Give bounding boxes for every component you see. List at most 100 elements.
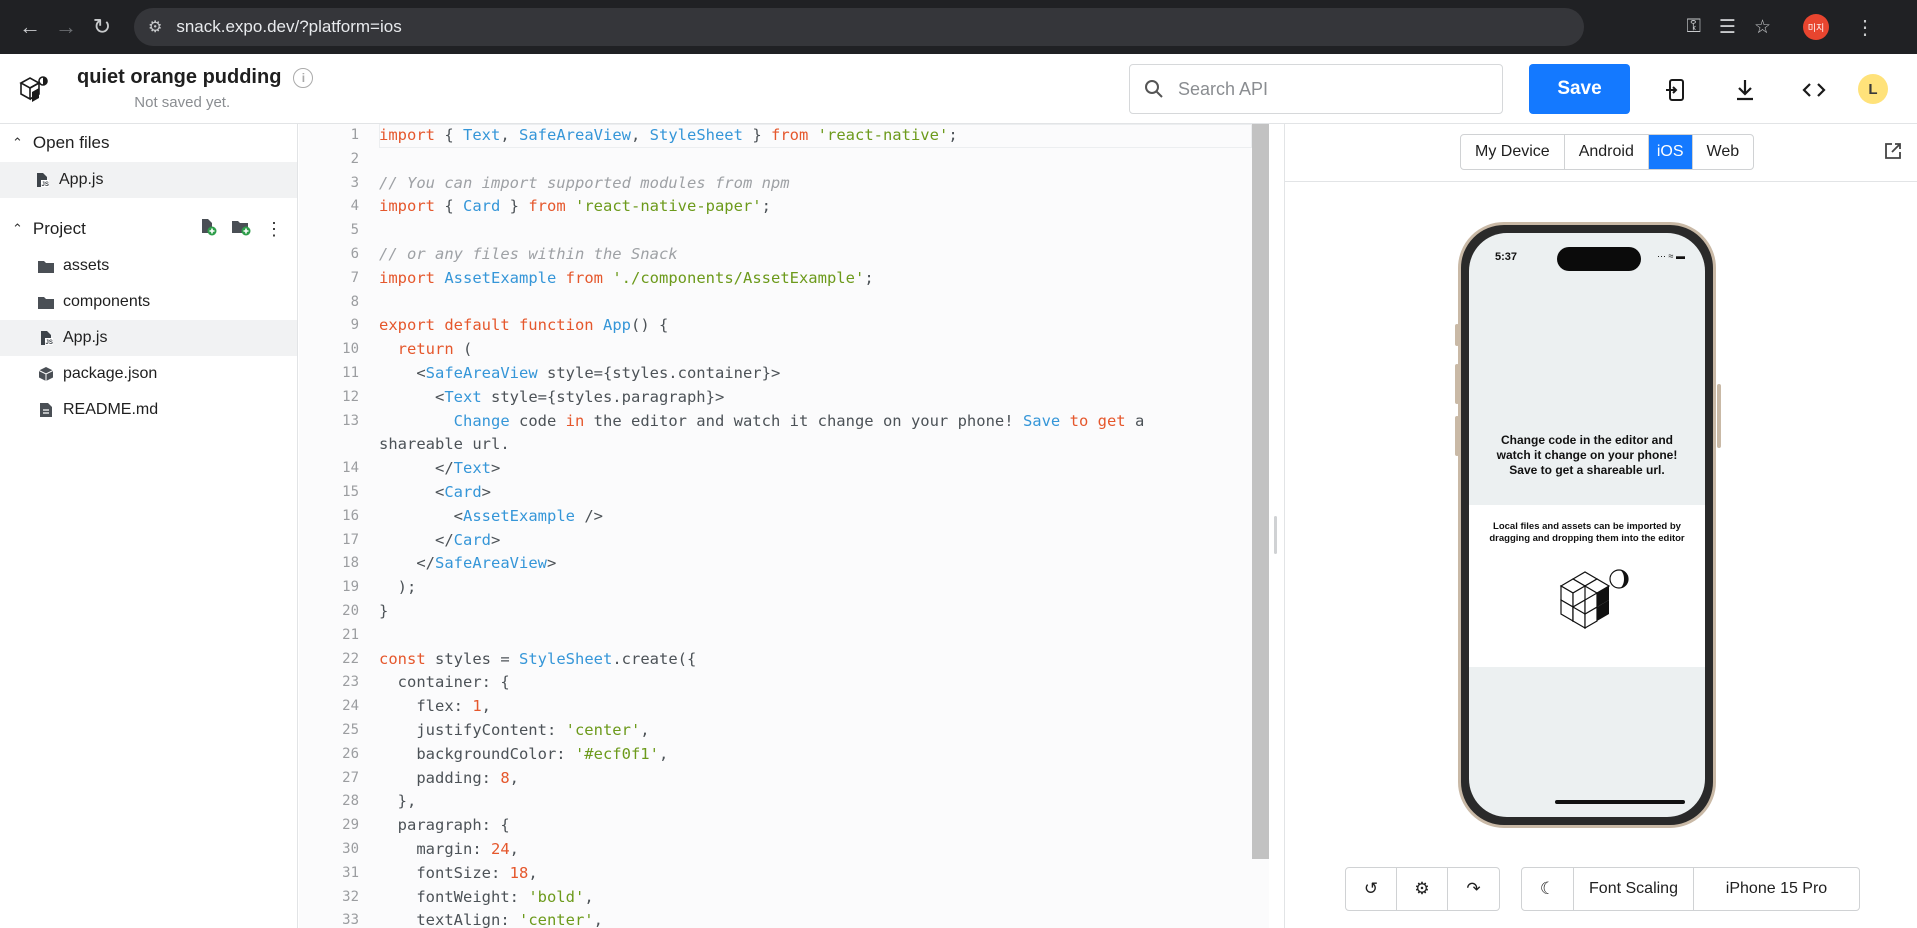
save-button[interactable]: Save [1529,64,1630,114]
project-item-app-js[interactable]: JS App.js [0,320,297,356]
editor-scrollbar[interactable] [1252,124,1269,859]
line-number: 6 [350,245,359,262]
code-line[interactable]: 30 margin: 24, [299,838,1269,862]
code-line[interactable]: 14 </Text> [299,457,1269,481]
line-number: 28 [342,793,359,810]
rotate-right-icon[interactable]: ↷ [1448,868,1499,910]
code-text: container: { [379,673,510,692]
code-line[interactable]: 12 <Text style={styles.paragraph}> [299,386,1269,410]
code-line[interactable]: 19 ); [299,576,1269,600]
code-line[interactable]: 7 import AssetExample from './components/… [299,267,1269,291]
project-item-package-json[interactable]: package.json [0,356,297,392]
reload-icon[interactable]: ↻ [84,9,120,45]
line-number: 8 [350,293,359,310]
code-line[interactable]: 13 Change code in the editor and watch i… [299,410,1269,434]
code-line[interactable]: 9 export default function App() { [299,314,1269,338]
snack-cube-logo-icon [1559,569,1629,630]
open-on-device-icon[interactable] [1662,76,1690,104]
code-line[interactable]: 5 [299,219,1269,243]
code-line[interactable]: 18 </SafeAreaView> [299,552,1269,576]
project-title[interactable]: quiet orange pudding [77,66,281,89]
folder-icon [36,295,55,310]
code-line[interactable]: 26 backgroundColor: '#ecf0f1', [299,743,1269,767]
code-line[interactable]: 24 flex: 1, [299,695,1269,719]
line-number: 4 [350,198,359,215]
bookmark-star-icon[interactable]: ☆ [1754,16,1771,39]
device-selector[interactable]: iPhone 15 Pro [1694,868,1859,910]
code-editor[interactable]: 1 import { Text, SafeAreaView, StyleSheet… [299,124,1269,928]
search-input[interactable] [1178,78,1478,100]
code-line[interactable]: 6 // or any files within the Snack [299,243,1269,267]
platform-tab-android[interactable]: Android [1565,135,1649,169]
line-number: 32 [342,888,359,905]
search-api-box[interactable] [1129,64,1503,114]
user-avatar[interactable]: L [1858,74,1888,104]
more-options-icon[interactable]: ⋮ [265,219,283,240]
pane-resize-handle[interactable] [1274,516,1277,554]
snack-logo-icon[interactable] [17,72,51,106]
code-text: import AssetExample from './components/A… [379,268,874,287]
embed-code-icon[interactable] [1800,76,1828,104]
code-line[interactable]: 27 padding: 8, [299,767,1269,791]
open-external-icon[interactable] [1883,141,1903,166]
open-file-item[interactable]: JS App.js [0,162,297,198]
new-file-icon[interactable] [199,218,217,240]
code-line[interactable]: 10 return ( [299,338,1269,362]
line-number: 21 [342,626,359,643]
rotate-left-icon[interactable]: ↺ [1346,868,1397,910]
search-icon [1145,80,1163,98]
info-icon[interactable]: i [293,67,314,88]
code-line[interactable]: 22 const styles = StyleSheet.create({ [299,648,1269,672]
translate-icon[interactable]: ☰ [1719,16,1736,39]
forward-icon[interactable]: → [48,9,84,45]
code-line[interactable]: 2 [299,148,1269,172]
code-line[interactable]: 15 <Card> [299,481,1269,505]
platform-tab-web[interactable]: Web [1693,135,1754,169]
code-line[interactable]: 17 </Card> [299,529,1269,553]
phone-power-button [1717,384,1721,448]
code-line[interactable]: 8 [299,291,1269,315]
chevron-up-icon[interactable]: ⌃ [12,221,23,237]
project-header[interactable]: ⌃ Project ⋮ [0,210,297,248]
code-line[interactable]: 25 justifyContent: 'center', [299,719,1269,743]
settings-sliders-icon[interactable]: ⚙ [1397,868,1448,910]
code-line[interactable]: 3 // You can import supported modules fro… [299,172,1269,196]
chevron-up-icon[interactable]: ⌃ [12,135,23,151]
code-text: <SafeAreaView style={styles.container}> [379,363,781,382]
project-item-label: package.json [63,365,158,382]
new-folder-icon[interactable] [231,218,251,240]
browser-menu-icon[interactable]: ⋮ [1855,15,1875,40]
code-line[interactable]: 32 fontWeight: 'bold', [299,886,1269,910]
card-text: Local files and assets can be imported b… [1489,521,1685,544]
code-line[interactable]: 20} [299,600,1269,624]
code-line[interactable]: 4 import { Card } from 'react-native-pape… [299,195,1269,219]
dark-mode-moon-icon[interactable]: ☾ [1522,868,1574,910]
platform-tab-my-device[interactable]: My Device [1461,135,1565,169]
project-item-label: components [63,293,151,310]
code-line[interactable]: 33 textAlign: 'center', [299,909,1269,928]
download-icon[interactable] [1731,76,1759,104]
address-bar[interactable]: ⚙ snack.expo.dev/?platform=ios [134,8,1584,46]
phone-screen[interactable]: 5:37 ⋯ ≈ ▬ Change code in the editor and… [1469,233,1705,817]
code-text: return ( [397,340,473,359]
back-icon[interactable]: ← [12,9,48,45]
site-settings-icon[interactable]: ⚙ [148,17,162,37]
line-number: 27 [342,769,359,786]
project-item-assets[interactable]: assets [0,248,297,284]
profile-avatar[interactable]: 미지 [1803,14,1829,40]
platform-tab-ios[interactable]: iOS [1648,135,1693,169]
project-item-readme-md[interactable]: README.md [0,392,297,428]
code-line[interactable]: 23 container: { [299,671,1269,695]
password-key-icon[interactable]: ⚿ [1686,16,1700,38]
open-files-header[interactable]: ⌃ Open files [0,124,297,162]
code-line[interactable]: 28 }, [299,790,1269,814]
code-line[interactable]: 29 paragraph: { [299,814,1269,838]
code-line[interactable]: 31 fontSize: 18, [299,862,1269,886]
project-item-components[interactable]: components [0,284,297,320]
code-line[interactable]: 21 [299,624,1269,648]
code-text: fontSize: 18, [379,863,538,882]
svg-text:JS: JS [45,340,52,346]
code-line[interactable]: 16 <AssetExample /> [299,505,1269,529]
font-scaling-button[interactable]: Font Scaling [1574,868,1694,910]
code-line[interactable]: 11 <SafeAreaView style={styles.container… [299,362,1269,386]
